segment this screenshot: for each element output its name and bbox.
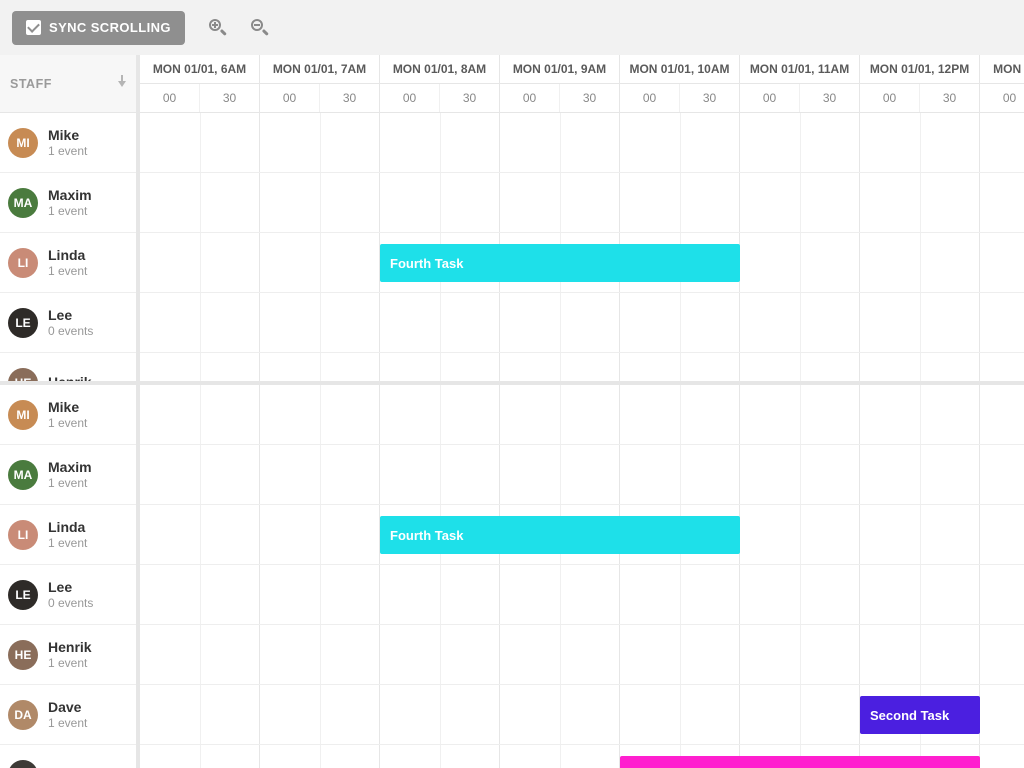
staff-row[interactable]: MI Mike1 event (0, 385, 136, 445)
staff-subtext: 0 events (48, 596, 93, 610)
staff-row[interactable]: HE Henrik (0, 353, 136, 381)
minute-label: 00 (260, 84, 320, 112)
hour-column: MON 01/01, 7AM0030 (260, 55, 380, 112)
hour-column: MON 01/01, 6AM0030 (140, 55, 260, 112)
minute-label: 00 (740, 84, 800, 112)
hour-column: MON 01/01, 12PM0030 (860, 55, 980, 112)
hour-column: MON 01/01, 11AM0030 (740, 55, 860, 112)
hour-label: MON 01/01, 6AM (140, 55, 259, 84)
task-bar[interactable]: Second Task (860, 696, 980, 734)
checkbox-icon (26, 20, 41, 35)
avatar: MI (8, 128, 38, 158)
hour-column: MON 01/01, 9AM0030 (500, 55, 620, 112)
avatar: AR (8, 760, 38, 768)
staff-name: Lee (48, 307, 93, 324)
staff-subtext: 1 event (48, 716, 87, 730)
avatar: LI (8, 248, 38, 278)
staff-subtext: 1 event (48, 536, 87, 550)
toolbar: SYNC SCROLLING (0, 0, 1024, 55)
staff-row[interactable]: LI Linda1 event (0, 505, 136, 565)
staff-row[interactable]: LE Lee0 events (0, 293, 136, 353)
minute-label: 30 (560, 84, 619, 112)
timeline-grid-bottom[interactable]: Fourth Task Second Task (140, 385, 1024, 768)
staff-name: Maxim (48, 459, 92, 476)
minute-label: 00 (620, 84, 680, 112)
staff-name: Lee (48, 579, 93, 596)
avatar: LI (8, 520, 38, 550)
hour-label: MON 01/01, 10AM (620, 55, 739, 84)
staff-subtext: 0 events (48, 324, 93, 338)
hour-column: MON 01/01, 10AM0030 (620, 55, 740, 112)
minute-label: 00 (380, 84, 440, 112)
zoom-out-icon[interactable] (251, 19, 269, 37)
staff-subtext: 1 event (48, 476, 92, 490)
staff-row[interactable]: LE Lee0 events (0, 565, 136, 625)
staff-subtext: 1 event (48, 656, 92, 670)
staff-name: Mike (48, 399, 87, 416)
staff-subtext: 1 event (48, 416, 87, 430)
staff-header-label: STAFF (10, 77, 52, 91)
staff-row[interactable]: MA Maxim1 event (0, 173, 136, 233)
task-bar[interactable]: Fourth Task (380, 516, 740, 554)
avatar: DA (8, 700, 38, 730)
staff-name: Maxim (48, 187, 92, 204)
hour-label: MON 01/01, 7AM (260, 55, 379, 84)
zoom-in-icon[interactable] (209, 19, 227, 37)
minute-label: 30 (680, 84, 739, 112)
staff-subtext: 1 event (48, 144, 87, 158)
hour-column: MON 01/01, 8AM0030 (380, 55, 500, 112)
staff-row[interactable]: ARArcady (0, 745, 136, 768)
staff-name: Linda (48, 247, 87, 264)
sync-scrolling-button[interactable]: SYNC SCROLLING (12, 11, 185, 45)
staff-row[interactable]: MA Maxim1 event (0, 445, 136, 505)
minute-label: 30 (200, 84, 259, 112)
avatar: HE (8, 368, 38, 382)
staff-name: Mike (48, 127, 87, 144)
staff-row[interactable]: MI Mike1 event (0, 113, 136, 173)
minute-label: 00 (860, 84, 920, 112)
avatar: LE (8, 308, 38, 338)
timeline-grid-top[interactable]: Fourth Task (140, 113, 1024, 381)
avatar: LE (8, 580, 38, 610)
task-bar[interactable] (620, 756, 980, 768)
staff-row[interactable]: DA Dave1 event (0, 685, 136, 745)
timeline-header: STAFF MON 01/01, 6AM0030MON 01/01, 7AM00… (0, 55, 1024, 113)
hour-label: MON 01/01, 11AM (740, 55, 859, 84)
staff-subtext: 1 event (48, 264, 87, 278)
hour-label: MON 01/01, 9AM (500, 55, 619, 84)
staff-header[interactable]: STAFF (0, 55, 140, 112)
minute-label: 30 (440, 84, 499, 112)
minute-label: 30 (920, 84, 979, 112)
avatar: MI (8, 400, 38, 430)
sync-scrolling-label: SYNC SCROLLING (49, 20, 171, 35)
hour-label: MON 01/01, 1PM (980, 55, 1024, 84)
minute-label: 30 (320, 84, 379, 112)
scheduler-panel-top: MIMike1 eventMAMaxim1 eventLILinda1 even… (0, 113, 1024, 385)
avatar: MA (8, 460, 38, 490)
hour-label: MON 01/01, 12PM (860, 55, 979, 84)
staff-name: Dave (48, 699, 87, 716)
task-bar[interactable]: Fourth Task (380, 244, 740, 282)
staff-name: Henrik (48, 374, 92, 381)
staff-row[interactable]: LI Linda1 event (0, 233, 136, 293)
arrow-down-icon (118, 81, 126, 87)
minute-label: 00 (140, 84, 200, 112)
scheduler-panel-bottom: MIMike1 eventMAMaxim1 eventLILinda1 even… (0, 385, 1024, 768)
minute-label: 30 (800, 84, 859, 112)
avatar: HE (8, 640, 38, 670)
hour-column: MON 01/01, 1PM0030 (980, 55, 1024, 112)
staff-row[interactable]: HE Henrik1 event (0, 625, 136, 685)
hour-label: MON 01/01, 8AM (380, 55, 499, 84)
staff-name: Linda (48, 519, 87, 536)
staff-subtext: 1 event (48, 204, 92, 218)
minute-label: 00 (500, 84, 560, 112)
staff-name: Henrik (48, 639, 92, 656)
avatar: MA (8, 188, 38, 218)
minute-label: 00 (980, 84, 1024, 112)
